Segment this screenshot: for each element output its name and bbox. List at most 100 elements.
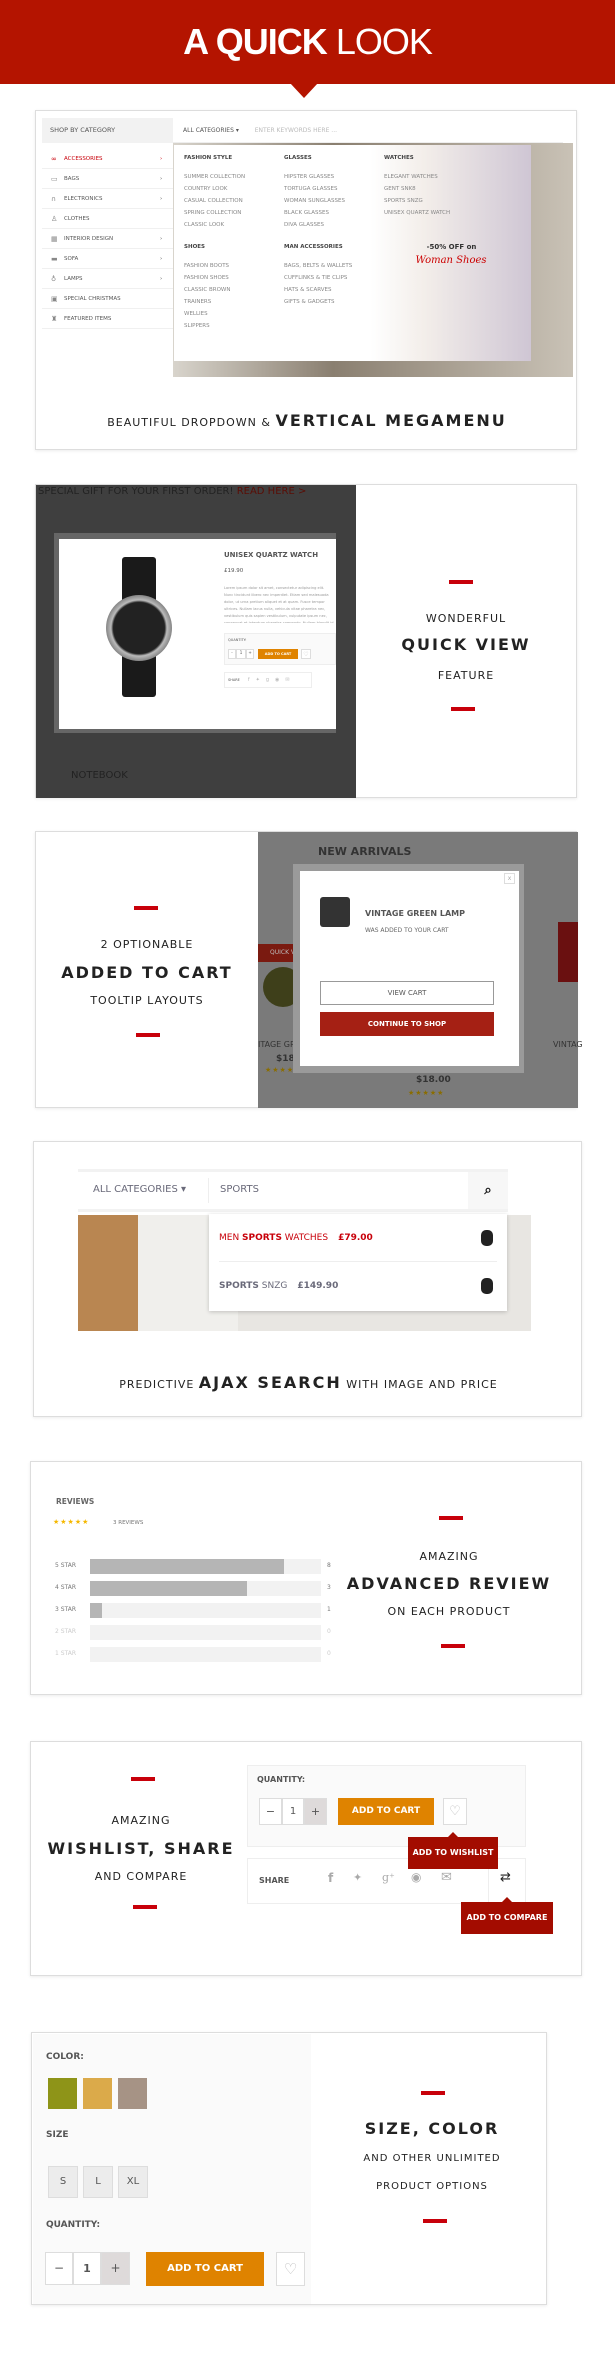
search-icon[interactable]: ⌕ [468,1172,508,1209]
qty-plus[interactable]: + [101,2252,130,2285]
megamenu-link[interactable]: UNISEX QUARTZ WATCH [384,207,450,219]
wishlist-heart-icon[interactable]: ♡ [301,649,311,659]
megamenu-link[interactable]: TRAINERS [184,296,230,308]
share-label: SHARE [228,678,240,682]
qty-input[interactable]: 1 [73,2252,101,2285]
category-item[interactable]: ∩ ELECTRONICS › [42,189,173,209]
megamenu-link[interactable]: DIVA GLASSES [284,219,345,231]
megamenu-link[interactable]: GENT SNK8 [384,183,450,195]
category-item[interactable]: ♜ FEATURED ITEMS [42,309,173,329]
megamenu-link[interactable]: HATS & SCARVES [284,284,352,296]
feature-line1: WONDERFUL [425,612,507,625]
megamenu-link[interactable]: COUNTRY LOOK [184,183,245,195]
social-icons[interactable]: f✦g◉✉ [248,677,296,683]
megamenu-link[interactable]: CUFFLINKS & TIE CLIPS [284,272,352,284]
email-icon[interactable]: ✉ [441,1870,452,1885]
review-row-label: 3 STAR [55,1606,77,1613]
add-to-cart-button[interactable]: ADD TO CART [146,2252,264,2286]
google-plus-icon[interactable]: g⁺ [382,1871,395,1884]
review-row-label: 4 STAR [55,1584,77,1591]
megamenu-link[interactable]: WELLIES [184,308,230,320]
category-item[interactable]: ▬ SOFA › [42,249,173,269]
megamenu-link[interactable]: HIPSTER GLASSES [284,171,345,183]
size-option[interactable]: L [83,2166,113,2198]
feature-line1: AMAZING [111,1814,171,1827]
search-input[interactable]: SPORTS [220,1184,259,1195]
view-cart-button[interactable]: VIEW CART [320,981,494,1005]
category-select[interactable]: ALL CATEGORIES [183,127,234,134]
category-item[interactable]: ♁ LAMPS › [42,269,173,289]
compare-icon[interactable]: ⇄ [500,1870,511,1885]
bg-section-title: NEW ARRIVALS [318,845,412,858]
category-item[interactable]: ♙ CLOTHES [42,209,173,229]
megamenu-link[interactable]: WOMAN SUNGLASSES [284,195,345,207]
review-bar-fill [90,1581,248,1596]
close-button[interactable]: x [504,873,515,884]
size-option[interactable]: XL [118,2166,148,2198]
review-bar-fill [90,1559,285,1574]
qty-plus[interactable]: + [246,649,254,659]
continue-shopping-button[interactable]: CONTINUE TO SHOP [320,1012,494,1036]
twitter-icon[interactable]: ✦ [353,1871,362,1884]
megamenu-link[interactable]: FASHION BOOTS [184,260,230,272]
color-swatch[interactable] [118,2078,147,2109]
result-name-match: SPORTS [242,1233,282,1243]
category-label: BAGS [64,176,80,182]
qty-input[interactable]: 1 [282,1798,304,1825]
megamenu-link[interactable]: ELEGANT WATCHES [384,171,450,183]
megamenu-link[interactable]: SPRING COLLECTION [184,207,245,219]
megamenu-link[interactable]: CLASSIC BROWN [184,284,230,296]
wishlist-heart-icon[interactable]: ♡ [276,2252,305,2286]
megamenu-link[interactable]: SLIPPERS [184,320,230,332]
product-price: £19.90 [224,568,244,574]
qty-minus[interactable]: − [45,2252,73,2285]
color-swatch[interactable] [83,2078,112,2109]
search-result-item[interactable]: MEN SPORTS WATCHES £79.00 [219,1214,497,1262]
search-result-item[interactable]: SPORTS SNZG £149.90 [219,1262,497,1310]
pinterest-icon[interactable]: ◉ [411,1870,421,1884]
megamenu-link[interactable]: BAGS, BELTS & WALLETS [284,260,352,272]
megamenu-link[interactable]: CASUAL COLLECTION [184,195,245,207]
megamenu-link[interactable]: FASHION SHOES [184,272,230,284]
chevron-down-icon: ▾ [233,127,239,134]
megamenu-column: GLASSES HIPSTER GLASSES TORTUGA GLASSES WOM… [284,155,345,231]
category-item[interactable]: ▣ SPECIAL CHRISTMAS [42,289,173,309]
size-option[interactable]: S [48,2166,78,2198]
search-input[interactable]: ENTER KEYWORDS HERE ... [255,127,337,134]
add-to-cart-button[interactable]: ADD TO CART [338,1798,434,1825]
header-pointer [290,83,318,98]
category-item[interactable]: ▭ BAGS › [42,169,173,189]
megamenu-link[interactable]: TORTUGA GLASSES [284,183,345,195]
megamenu-link[interactable]: SUMMER COLLECTION [184,171,245,183]
facebook-icon[interactable]: f [328,1871,333,1885]
megamenu-column: MAN ACCESSORIES BAGS, BELTS & WALLETS CUFF… [284,244,352,308]
category-item[interactable]: ∞ ACCESSORIES › [42,149,173,169]
lamp-icon: ♁ [51,275,57,283]
result-name-post: SNZG [258,1281,288,1291]
shop-by-category[interactable]: SHOP BY CATEGORY [42,118,173,143]
quantity-label: QUANTITY: [228,638,247,642]
megamenu-link[interactable]: SPORTS SNZG [384,195,450,207]
promo-text: -50% OFF on [426,243,477,251]
category-select[interactable]: ALL CATEGORIES ▾ [93,1184,186,1195]
color-swatch[interactable] [48,2078,77,2109]
qty-minus[interactable]: − [259,1798,282,1825]
qty-minus[interactable]: - [228,649,236,659]
qty-plus[interactable]: + [304,1798,327,1825]
search-bar: ALL CATEGORIES ▾ SPORTS ⌕ [78,1169,508,1212]
topbar-link[interactable]: READ HERE > [237,486,307,497]
megamenu-link[interactable]: CLASSIC LOOK [184,219,245,231]
cart-backdrop: NEW ARRIVALS QUICK VI ITAGE GRE $18.00 V… [258,832,583,1108]
category-item[interactable]: ▦ INTERIOR DESIGN › [42,229,173,249]
product-name: UNISEX QUARTZ WATCH [224,551,319,559]
category-select-label: ALL CATEGORIES [93,1184,178,1195]
chevron-right-icon: › [160,156,163,162]
add-to-cart-button[interactable]: ADD TO CART [258,649,298,659]
wishlist-heart-icon[interactable]: ♡ [443,1798,467,1825]
megamenu-link[interactable]: GIFTS & GADGETS [284,296,352,308]
qty-input[interactable]: 1 [236,649,246,659]
promo-script: Woman Shoes [415,255,487,266]
red-divider [134,906,158,910]
megamenu-dropdown: FASHION STYLE SUMMER COLLECTION COUNTRY LO… [174,145,531,361]
megamenu-link[interactable]: BLACK GLASSES [284,207,345,219]
